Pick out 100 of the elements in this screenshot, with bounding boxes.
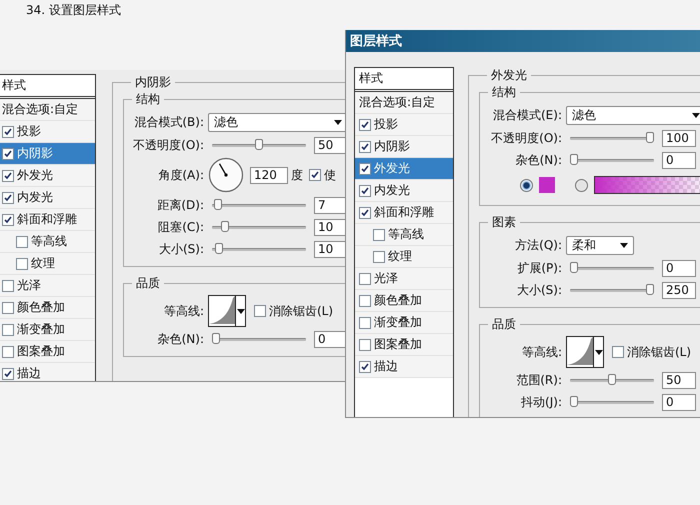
slider-thumb[interactable] (215, 243, 224, 254)
style-list-item[interactable]: 斜面和浮雕 (355, 202, 453, 224)
number-field[interactable]: 0 (662, 394, 696, 410)
slider-track[interactable] (570, 374, 654, 386)
angle-dial[interactable] (208, 157, 244, 193)
checkbox[interactable] (2, 148, 14, 160)
slider-track[interactable] (570, 132, 654, 144)
checkbox[interactable] (2, 214, 14, 226)
gradient-picker[interactable] (594, 176, 700, 194)
slider-track[interactable] (212, 221, 306, 233)
number-field[interactable]: 120 (250, 166, 288, 184)
number-field[interactable]: 0 (662, 260, 696, 276)
style-list-item[interactable]: 混合选项:自定 (355, 92, 453, 114)
slider-thumb[interactable] (646, 132, 654, 143)
contour-picker[interactable] (208, 295, 246, 327)
checkbox[interactable] (2, 280, 14, 292)
unit-label: 度 (291, 166, 303, 184)
slider-thumb[interactable] (220, 221, 229, 232)
slider-thumb[interactable] (570, 154, 578, 165)
checkbox[interactable] (373, 228, 385, 240)
checkbox[interactable] (309, 169, 321, 181)
group-title: 品质 (135, 275, 161, 292)
dropdown[interactable]: 滤色 (208, 112, 348, 132)
checkbox[interactable] (359, 360, 371, 372)
slider-track[interactable] (570, 154, 654, 166)
style-list-item[interactable]: 斜面和浮雕 (0, 209, 95, 231)
checkbox-option[interactable]: 使 (309, 166, 336, 184)
checkbox-option[interactable]: 消除锯齿(L) (612, 344, 692, 360)
slider-track[interactable] (212, 139, 306, 151)
checkbox[interactable] (2, 126, 14, 138)
style-list-item[interactable]: 颜色叠加 (355, 290, 453, 312)
slider-track[interactable] (570, 284, 654, 296)
style-list-item[interactable]: 投影 (355, 114, 453, 136)
style-list-item[interactable]: 纹理 (0, 253, 95, 275)
style-list-item[interactable]: 内发光 (0, 187, 95, 209)
radio-button[interactable] (575, 178, 588, 192)
style-list-item[interactable]: 渐变叠加 (355, 312, 453, 334)
style-list-item[interactable]: 混合选项:自定 (0, 99, 95, 121)
radio-button[interactable] (520, 178, 533, 192)
style-list-item[interactable]: 颜色叠加 (0, 297, 95, 319)
dropdown[interactable]: 柔和 (566, 236, 634, 254)
contour-picker[interactable] (566, 336, 604, 368)
slider-track[interactable] (212, 333, 306, 345)
caret-icon (620, 242, 628, 248)
slider-track[interactable] (212, 243, 306, 255)
style-list-item[interactable]: 内阴影 (0, 143, 95, 165)
checkbox[interactable] (373, 250, 385, 262)
style-list-item[interactable]: 描边 (355, 356, 453, 378)
slider-thumb[interactable] (212, 333, 220, 344)
slider-thumb[interactable] (255, 139, 263, 150)
checkbox[interactable] (16, 258, 28, 270)
slider-thumb[interactable] (570, 396, 578, 407)
checkbox[interactable] (2, 170, 14, 182)
caret-icon (236, 308, 244, 314)
number-field[interactable]: 250 (662, 282, 696, 298)
checkbox[interactable] (359, 162, 371, 174)
checkbox[interactable] (359, 316, 371, 328)
checkbox[interactable] (359, 272, 371, 284)
checkbox[interactable] (2, 324, 14, 336)
style-list-item[interactable]: 光泽 (355, 268, 453, 290)
style-list-item[interactable]: 内阴影 (355, 136, 453, 158)
slider-thumb[interactable] (570, 262, 578, 273)
checkbox[interactable] (2, 346, 14, 358)
style-list-item[interactable]: 外发光 (0, 165, 95, 187)
checkbox[interactable] (2, 368, 14, 380)
checkbox[interactable] (359, 294, 371, 306)
style-list-item[interactable]: 渐变叠加 (0, 319, 95, 341)
style-list-item[interactable]: 等高线 (355, 224, 453, 246)
slider-track[interactable] (212, 199, 306, 211)
checkbox[interactable] (359, 140, 371, 152)
number-field[interactable]: 100 (662, 130, 696, 146)
checkbox[interactable] (16, 236, 28, 248)
style-list-item[interactable]: 内发光 (355, 180, 453, 202)
checkbox-option[interactable]: 消除锯齿(L) (254, 302, 334, 320)
style-list-item[interactable]: 图案叠加 (355, 334, 453, 356)
color-swatch[interactable] (539, 177, 555, 193)
style-list-item[interactable]: 光泽 (0, 275, 95, 297)
number-field[interactable]: 0 (662, 152, 696, 168)
slider-thumb[interactable] (646, 284, 654, 295)
checkbox[interactable] (254, 305, 266, 317)
slider-track[interactable] (570, 396, 654, 408)
style-list-item[interactable]: 外发光 (355, 158, 453, 180)
checkbox[interactable] (359, 118, 371, 130)
checkbox[interactable] (359, 338, 371, 350)
step-title: 34. 设置图层样式 (26, 2, 121, 19)
slider-track[interactable] (570, 262, 654, 274)
checkbox[interactable] (359, 184, 371, 196)
checkbox[interactable] (359, 206, 371, 218)
checkbox[interactable] (2, 192, 14, 204)
slider-thumb[interactable] (214, 199, 222, 210)
dropdown[interactable]: 滤色 (566, 106, 700, 124)
checkbox[interactable] (2, 302, 14, 314)
slider-thumb[interactable] (608, 374, 616, 385)
style-list-item[interactable]: 投影 (0, 121, 95, 143)
style-list-item[interactable]: 图案叠加 (0, 341, 95, 363)
checkbox[interactable] (612, 346, 624, 358)
style-list-item[interactable]: 纹理 (355, 246, 453, 268)
style-list-item[interactable]: 描边 (0, 363, 95, 381)
number-field[interactable]: 50 (662, 372, 696, 388)
style-list-item[interactable]: 等高线 (0, 231, 95, 253)
